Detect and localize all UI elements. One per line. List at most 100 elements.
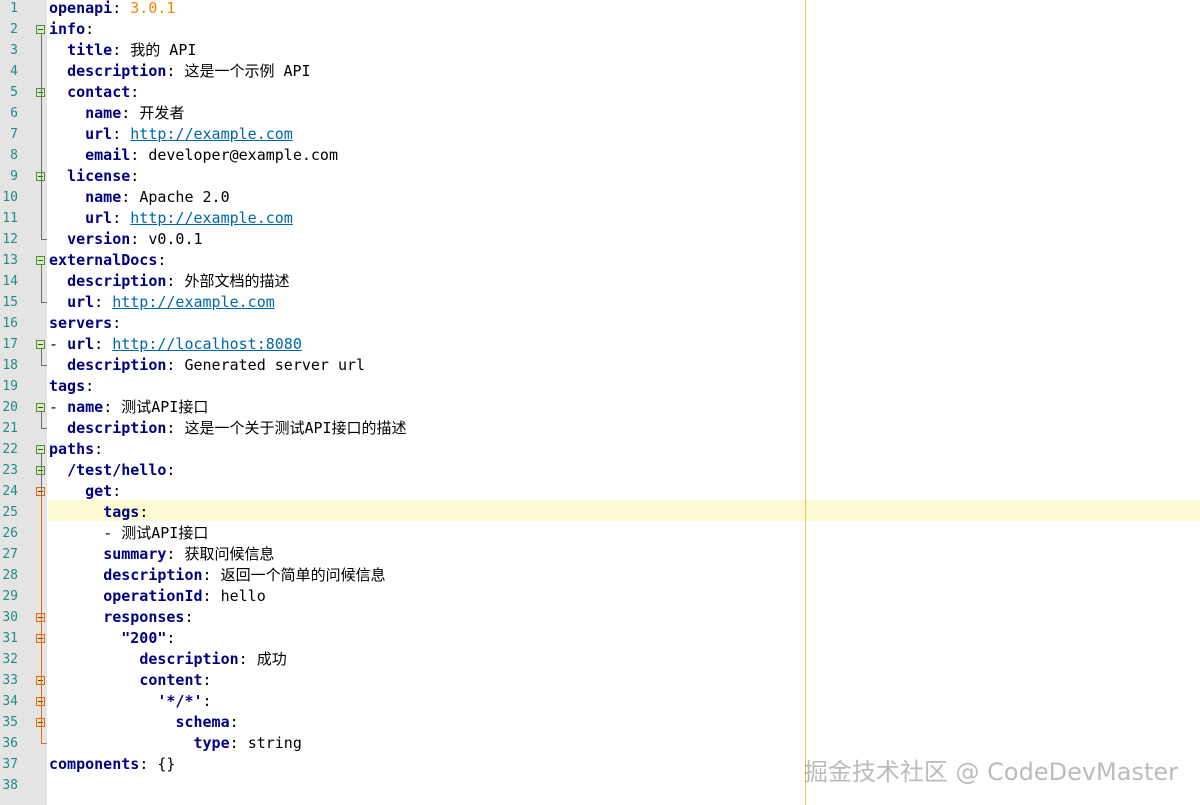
code-line[interactable]: schema: (49, 712, 238, 733)
code-line[interactable]: content: (49, 670, 212, 691)
code-line[interactable]: email: developer@example.com (49, 145, 338, 166)
code-line[interactable]: description: Generated server url (49, 355, 365, 376)
line-number: 8 (10, 148, 18, 163)
code-line[interactable]: url: http://example.com (49, 124, 293, 145)
url-link[interactable]: http://localhost:8080 (112, 335, 302, 353)
code-line[interactable]: license: (49, 166, 139, 187)
code-line[interactable]: "200": (49, 628, 175, 649)
line-number: 29 (2, 589, 18, 604)
line-number: 9 (10, 169, 18, 184)
yaml-key: name (67, 398, 104, 416)
fold-end-tick (41, 365, 47, 366)
url-link[interactable]: http://example.com (112, 293, 275, 311)
yaml-key: get (85, 482, 113, 500)
code-line[interactable]: /test/hello: (49, 460, 175, 481)
line-number: 18 (2, 358, 18, 373)
code-line[interactable]: description: 返回一个简单的问候信息 (49, 565, 385, 586)
yaml-key: title (67, 41, 113, 59)
fold-toggle-icon[interactable] (36, 403, 45, 412)
code-line[interactable]: url: http://example.com (49, 292, 275, 313)
yaml-value: {} (157, 755, 176, 773)
line-number: 36 (2, 736, 18, 751)
yaml-value: 3.0.1 (130, 0, 176, 17)
line-number: 28 (2, 568, 18, 583)
url-link[interactable]: http://example.com (130, 209, 293, 227)
line-number: 6 (10, 106, 18, 121)
yaml-key: tags (103, 503, 140, 521)
fold-toggle-icon[interactable] (36, 340, 45, 349)
code-line[interactable]: tags: (49, 502, 148, 523)
code-line[interactable]: openapi: 3.0.1 (49, 0, 175, 19)
list-dash: - (49, 335, 68, 353)
code-line[interactable]: name: 开发者 (49, 103, 184, 124)
code-editor[interactable]: 1 2 3 4 5 6 7 8 9 10 11 12 13 14 15 16 17 18 19 20 21 22 23 24 2… (0, 0, 1200, 805)
line-number: 27 (2, 547, 18, 562)
line-number: 33 (2, 673, 18, 688)
code-line[interactable]: info: (49, 19, 94, 40)
yaml-key: info (49, 20, 86, 38)
yaml-value: 外部文档的描述 (184, 272, 290, 290)
fold-toggle-icon[interactable] (36, 25, 45, 34)
code-line[interactable]: description: 成功 (49, 649, 287, 670)
code-line[interactable]: version: v0.0.1 (49, 229, 203, 250)
fold-guide-line (41, 496, 42, 743)
code-line[interactable]: type: string (49, 733, 302, 754)
colon: : (238, 650, 248, 668)
code-line[interactable]: description: 外部文档的描述 (49, 271, 289, 292)
colon: : (130, 167, 140, 185)
colon: : (202, 692, 212, 710)
code-line[interactable]: url: http://example.com (49, 208, 293, 229)
yaml-value: v0.0.1 (148, 230, 203, 248)
fold-toggle-icon[interactable] (36, 256, 45, 265)
yaml-value: hello (220, 587, 266, 605)
code-line[interactable]: servers: (49, 313, 121, 334)
yaml-key: openapi (49, 0, 113, 17)
yaml-key: url (67, 293, 95, 311)
yaml-key: responses (103, 608, 185, 626)
url-link[interactable]: http://example.com (130, 125, 293, 143)
line-number: 11 (2, 211, 18, 226)
line-number: 31 (2, 631, 18, 646)
code-line[interactable]: - name: 测试API接口 (49, 397, 208, 418)
colon: : (157, 251, 167, 269)
colon: : (202, 671, 212, 689)
code-line[interactable]: externalDocs: (49, 250, 166, 271)
fold-toggle-icon[interactable] (36, 445, 45, 454)
code-line[interactable]: title: 我的 API (49, 40, 196, 61)
code-line[interactable]: '*/*': (49, 691, 212, 712)
yaml-value: 成功 (256, 650, 287, 668)
fold-end-tick (41, 743, 47, 744)
code-line[interactable]: responses: (49, 607, 193, 628)
code-line[interactable]: summary: 获取问候信息 (49, 544, 274, 565)
code-line[interactable]: get: (49, 481, 121, 502)
colon: : (94, 440, 104, 458)
code-line[interactable]: tags: (49, 376, 94, 397)
colon: : (166, 629, 176, 647)
code-line[interactable]: contact: (49, 82, 139, 103)
list-dash: - (49, 398, 68, 416)
line-number: 17 (2, 337, 18, 352)
line-number: 19 (2, 379, 18, 394)
line-number: 7 (10, 127, 18, 142)
line-number: 3 (10, 43, 18, 58)
code-line[interactable]: - url: http://localhost:8080 (49, 334, 302, 355)
yaml-key: url (67, 335, 95, 353)
yaml-key: name (85, 188, 122, 206)
code-line[interactable]: description: 这是一个示例 API (49, 61, 311, 82)
code-line[interactable]: components: {} (49, 754, 175, 775)
code-line[interactable]: paths: (49, 439, 103, 460)
yaml-value: 获取问候信息 (184, 545, 275, 563)
code-line[interactable]: name: Apache 2.0 (49, 187, 230, 208)
code-line[interactable]: operationId: hello (49, 586, 266, 607)
line-number: 38 (2, 778, 18, 793)
colon: : (229, 734, 239, 752)
code-line[interactable]: - 测试API接口 (49, 523, 208, 544)
code-line[interactable]: description: 这是一个关于测试API接口的描述 (49, 418, 407, 439)
